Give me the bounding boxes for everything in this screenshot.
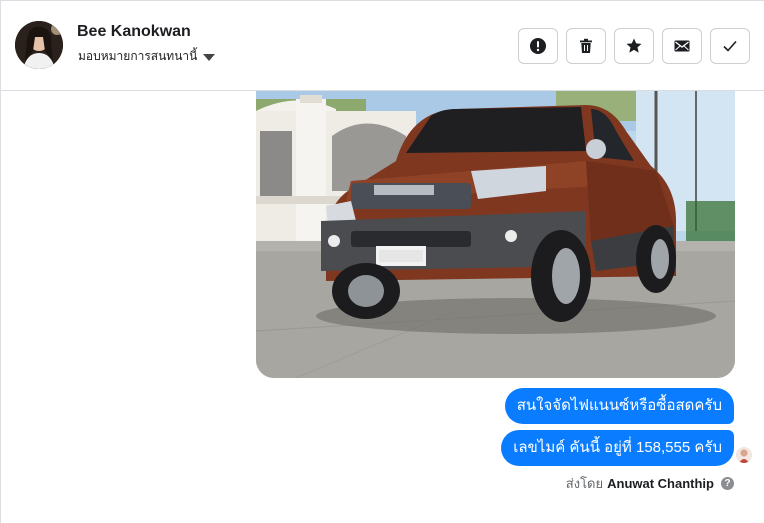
delete-button[interactable] (566, 28, 606, 64)
conversation-header: Bee Kanokwan มอบหมายการสนทนานี้ (1, 1, 764, 91)
assign-conversation-dropdown[interactable]: มอบหมายการสนทนานี้ (78, 47, 216, 66)
sent-by-prefix: ส่งโดย (565, 476, 604, 491)
trash-icon (580, 38, 592, 53)
done-button[interactable] (710, 28, 750, 64)
message-bubble: สนใจจัดไฟแนนซ์หรือซื้อสดครับ (504, 388, 734, 424)
caret-down-icon (203, 53, 216, 61)
contact-avatar[interactable] (15, 21, 63, 69)
star-icon (626, 38, 642, 53)
check-icon (723, 40, 737, 52)
assign-label: มอบหมายการสนทนานี้ (78, 49, 198, 63)
conversation-panel: Bee Kanokwan มอบหมายการสนทนานี้ สนใจจัดไ… (0, 0, 764, 523)
help-icon[interactable]: ? (721, 477, 734, 490)
report-button[interactable] (518, 28, 558, 64)
sent-by-agent: Anuwat Chanthip (607, 476, 714, 491)
star-button[interactable] (614, 28, 654, 64)
avatar-image (736, 447, 752, 463)
avatar-image (15, 21, 63, 69)
message-bubble: เลขไมค์ คันนี้ อยู่ที่ 158,555 ครับ (501, 430, 734, 466)
message-photo[interactable] (256, 91, 735, 378)
car-photo (256, 91, 735, 378)
envelope-icon (674, 40, 690, 52)
sent-by-label: ส่งโดย Anuwat Chanthip ? (566, 473, 734, 494)
contact-name[interactable]: Bee Kanokwan (77, 23, 191, 41)
seen-avatar (736, 447, 752, 463)
mark-unread-button[interactable] (662, 28, 702, 64)
conversation-actions (518, 28, 750, 64)
exclamation-icon (530, 38, 546, 54)
